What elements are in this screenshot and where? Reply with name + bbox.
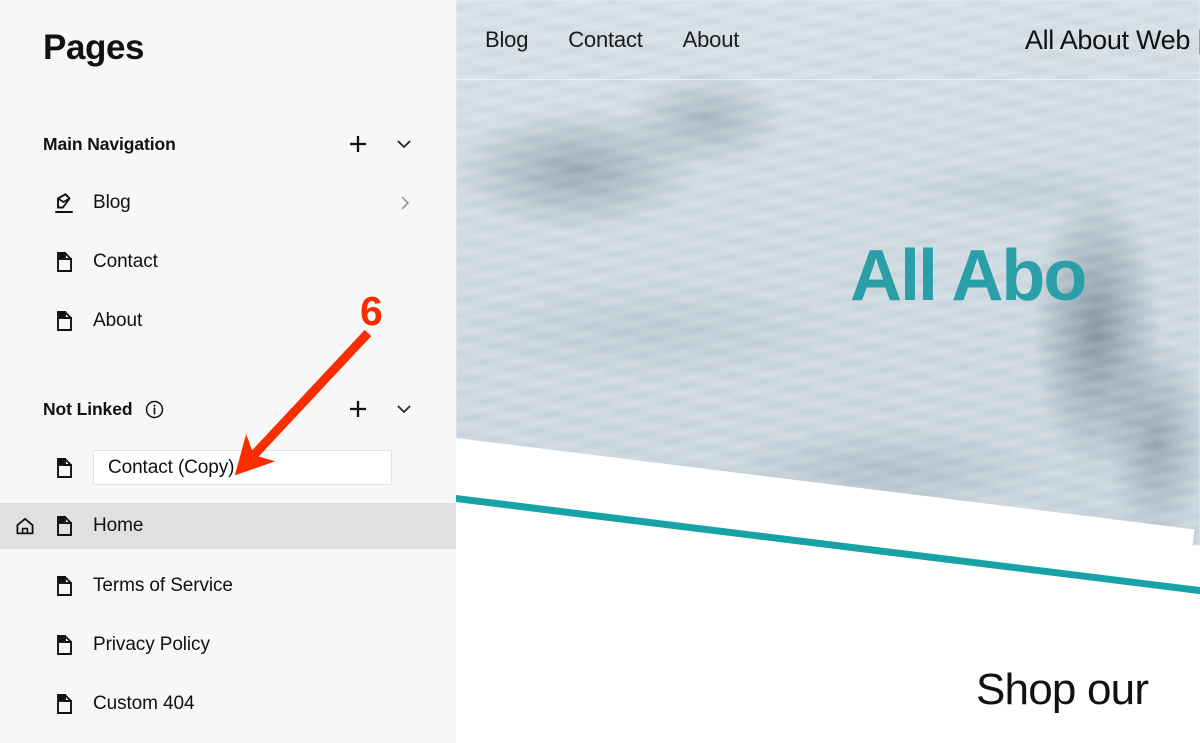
sidebar-item-contact[interactable]: Contact bbox=[0, 239, 456, 285]
sidebar-item-blog[interactable]: Blog bbox=[0, 180, 456, 226]
sidebar-item-label: Custom 404 bbox=[93, 693, 195, 714]
sidebar-item-about[interactable]: About bbox=[0, 298, 456, 344]
add-page-button-main-navigation[interactable] bbox=[346, 132, 370, 156]
section-header-main-navigation: Main Navigation bbox=[0, 127, 456, 161]
page-icon bbox=[52, 456, 76, 480]
site-nav-link-blog[interactable]: Blog bbox=[485, 27, 528, 53]
sidebar-item-terms-of-service[interactable]: Terms of Service bbox=[0, 563, 456, 609]
pages-editor-screen: Pages Main Navigation Blog Contact About… bbox=[0, 0, 1200, 743]
page-title: Pages bbox=[43, 28, 145, 67]
collapse-section-main-navigation[interactable] bbox=[392, 132, 416, 156]
site-title: All About Web | bbox=[1024, 24, 1200, 55]
shop-section-heading: Shop our bbox=[976, 665, 1149, 714]
sidebar-item-label: About bbox=[93, 310, 143, 331]
section-label-not-linked: Not Linked bbox=[43, 398, 133, 419]
sidebar-item-custom-404[interactable]: Custom 404 bbox=[0, 681, 456, 727]
sidebar-item-label: Home bbox=[93, 515, 144, 536]
section-header-not-linked: Not Linked bbox=[0, 392, 456, 426]
page-icon bbox=[52, 692, 76, 716]
page-icon bbox=[52, 633, 76, 657]
section-label-main-navigation: Main Navigation bbox=[43, 133, 176, 154]
page-icon bbox=[52, 250, 76, 274]
sidebar-item-home[interactable]: Home bbox=[0, 503, 456, 549]
site-header-divider bbox=[456, 79, 1200, 80]
site-nav-link-contact[interactable]: Contact bbox=[568, 27, 643, 53]
page-icon bbox=[52, 309, 76, 333]
chevron-right-icon[interactable] bbox=[396, 194, 414, 212]
home-icon bbox=[14, 515, 36, 537]
blog-post-icon bbox=[52, 191, 76, 215]
sidebar-item-label: Privacy Policy bbox=[93, 634, 210, 655]
info-icon[interactable] bbox=[145, 400, 164, 419]
hero-heading: All Abo bbox=[850, 236, 1087, 316]
pages-sidebar: Pages Main Navigation Blog Contact About… bbox=[0, 0, 456, 743]
site-nav-link-about[interactable]: About bbox=[683, 27, 740, 53]
sidebar-item-privacy-policy[interactable]: Privacy Policy bbox=[0, 622, 456, 668]
sidebar-item-label: Blog bbox=[93, 192, 131, 213]
collapse-section-not-linked[interactable] bbox=[392, 397, 416, 421]
sidebar-item-label: Contact bbox=[93, 251, 158, 272]
page-icon bbox=[52, 514, 76, 538]
page-icon bbox=[52, 574, 76, 598]
sidebar-item-label: Terms of Service bbox=[93, 575, 233, 596]
site-header: Blog Contact About All About Web | bbox=[456, 0, 1200, 80]
page-title-rename-input[interactable] bbox=[93, 450, 392, 485]
site-preview-pane[interactable]: Blog Contact About All About Web | All A… bbox=[456, 0, 1200, 743]
add-page-button-not-linked[interactable] bbox=[346, 397, 370, 421]
